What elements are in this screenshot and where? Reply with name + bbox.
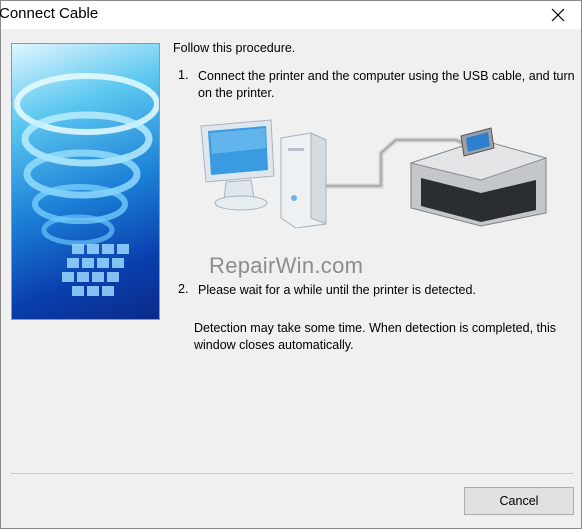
step-1-text: Connect the printer and the computer usi…: [198, 69, 575, 100]
dialog-window: Connect Cable Follow this procedure. 1. …: [0, 0, 582, 529]
step-1-number: 1.: [178, 68, 189, 82]
window-title: Connect Cable: [0, 5, 99, 22]
close-button[interactable]: [535, 1, 581, 29]
title-bar: Connect Cable: [0, 1, 581, 29]
connection-illustration: [196, 118, 556, 229]
cancel-button[interactable]: Cancel: [464, 487, 574, 515]
intro-text: Follow this procedure.: [173, 41, 296, 55]
step-2-text: Please wait for a while until the printe…: [198, 283, 476, 297]
footer-divider: [11, 473, 573, 474]
close-icon: [551, 8, 565, 22]
detection-note: Detection may take some time. When detec…: [194, 321, 556, 352]
step-2-number: 2.: [178, 282, 189, 296]
side-banner-image: [11, 43, 160, 320]
watermark-text: RepairWin.com: [209, 253, 364, 278]
